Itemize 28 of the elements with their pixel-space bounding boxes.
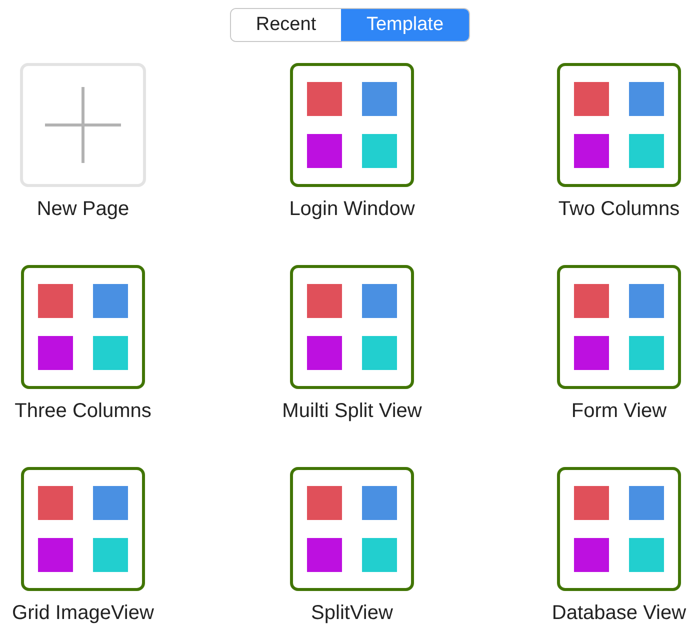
grid-icon bbox=[307, 82, 397, 168]
grid-icon bbox=[574, 284, 664, 370]
tile-label: Muilti Split View bbox=[282, 399, 422, 423]
tile-label: New Page bbox=[36, 197, 130, 221]
tile-label: Form View bbox=[571, 399, 667, 423]
template-tile[interactable] bbox=[21, 265, 145, 389]
tile-label: Grid ImageView bbox=[12, 601, 154, 625]
grid-icon bbox=[574, 486, 664, 572]
tile-label: Database View bbox=[552, 601, 686, 625]
grid-icon bbox=[307, 486, 397, 572]
template-tile[interactable] bbox=[557, 265, 681, 389]
grid-icon bbox=[574, 82, 664, 168]
grid-icon bbox=[38, 486, 128, 572]
tile-label: SplitView bbox=[311, 601, 393, 625]
template-tile[interactable] bbox=[557, 467, 681, 591]
template-tile[interactable] bbox=[290, 467, 414, 591]
template-tile[interactable] bbox=[21, 467, 145, 591]
segment-tab[interactable]: Template bbox=[341, 9, 469, 41]
new-page-tile[interactable] bbox=[20, 63, 146, 187]
plus-icon bbox=[43, 85, 123, 165]
template-tile[interactable] bbox=[290, 265, 414, 389]
tile-label: Login Window bbox=[289, 197, 415, 221]
template-tile[interactable] bbox=[557, 63, 681, 187]
grid-icon bbox=[307, 284, 397, 370]
template-tile[interactable] bbox=[290, 63, 414, 187]
grid-icon bbox=[38, 284, 128, 370]
tile-label: Three Columns bbox=[14, 399, 152, 423]
tile-label: Two Columns bbox=[558, 197, 680, 221]
